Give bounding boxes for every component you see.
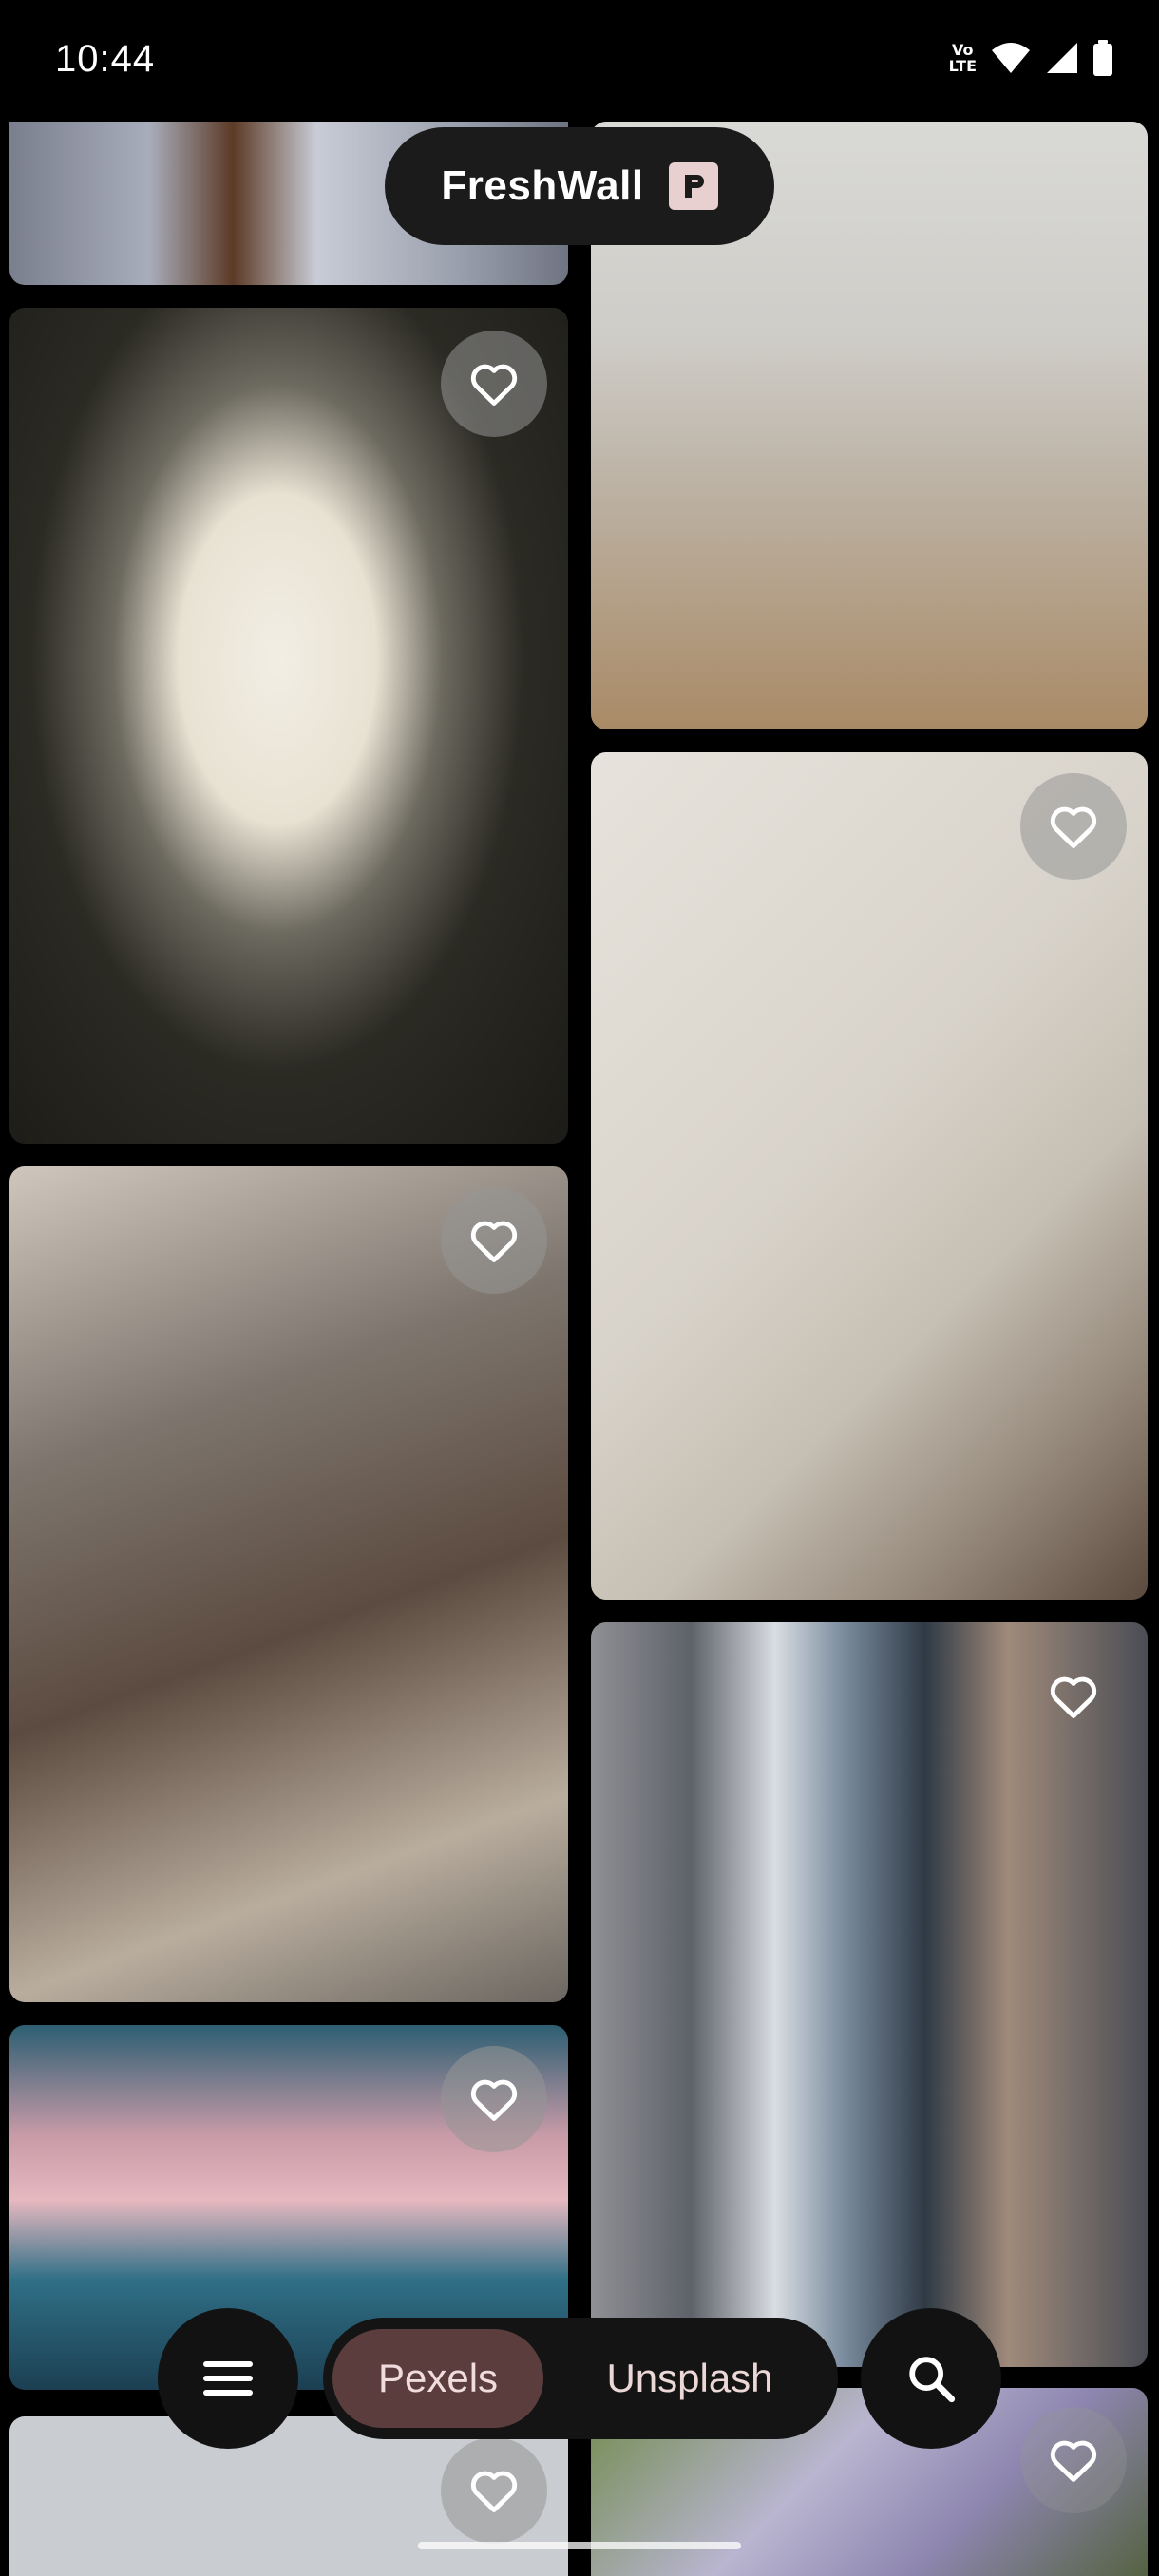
favorite-button[interactable] <box>441 2046 547 2152</box>
wallpaper-tile-shop-window[interactable] <box>10 1166 568 2002</box>
wallpaper-tile-cake[interactable] <box>10 308 568 1144</box>
favorite-button[interactable] <box>1020 1643 1127 1750</box>
heart-outline-icon <box>470 1221 518 1262</box>
wallpaper-tile-woman[interactable] <box>591 752 1148 1600</box>
wallpaper-tile-city[interactable] <box>591 1622 1148 2367</box>
heart-outline-icon <box>1050 2440 1097 2482</box>
pexels-logo-icon <box>668 162 718 210</box>
volte-label-top: Vo <box>952 41 974 59</box>
volte-label-bottom: LTE <box>948 57 977 75</box>
search-icon <box>909 2357 956 2403</box>
status-bar: 10:44 Vo LTE <box>0 0 1159 122</box>
favorite-button[interactable] <box>1020 773 1127 880</box>
battery-icon <box>1093 40 1112 76</box>
volte-icon: Vo LTE <box>949 42 977 74</box>
home-indicator[interactable] <box>418 2542 741 2549</box>
app-title-pill[interactable]: FreshWall <box>385 127 774 245</box>
favorite-button[interactable] <box>441 2437 547 2544</box>
wifi-icon <box>992 43 1030 73</box>
favorite-button[interactable] <box>1020 2407 1127 2513</box>
status-icons: Vo LTE <box>949 40 1113 76</box>
source-selector: Pexels Unsplash <box>323 2318 838 2439</box>
menu-button[interactable] <box>158 2308 298 2449</box>
favorite-button[interactable] <box>441 331 547 437</box>
heart-outline-icon <box>1050 1676 1097 1718</box>
status-time: 10:44 <box>55 38 156 80</box>
source-tab-pexels[interactable]: Pexels <box>332 2329 543 2428</box>
search-button[interactable] <box>861 2308 1001 2449</box>
app-title: FreshWall <box>441 162 644 209</box>
heart-outline-icon <box>470 364 518 406</box>
wallpaper-tile-white[interactable] <box>10 2416 568 2576</box>
heart-outline-icon <box>1050 806 1097 848</box>
favorite-button[interactable] <box>441 1187 547 1294</box>
cellular-signal-icon <box>1047 43 1077 73</box>
heart-outline-icon <box>470 2471 518 2512</box>
heart-outline-icon <box>470 2079 518 2121</box>
hamburger-menu-icon <box>203 2361 253 2396</box>
source-tab-unsplash[interactable]: Unsplash <box>580 2329 800 2428</box>
